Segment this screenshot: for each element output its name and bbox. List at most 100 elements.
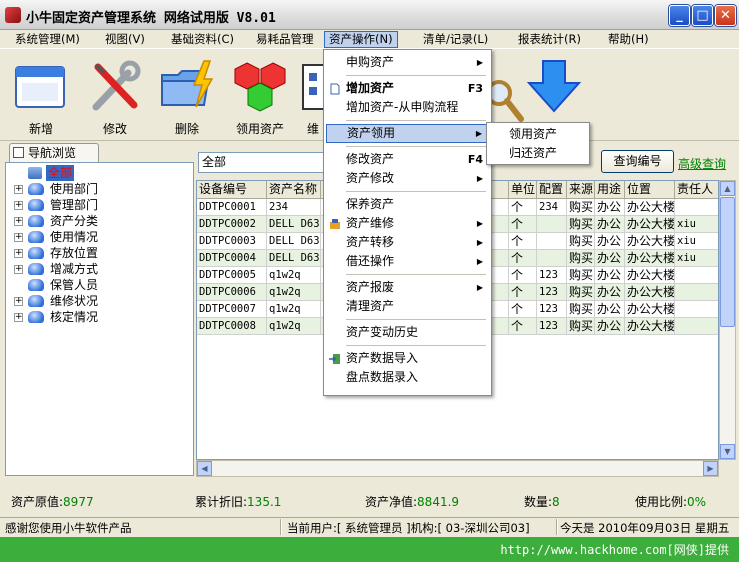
grid-column-header[interactable]: 来源 <box>567 181 595 199</box>
tree-item-label: 资产分类 <box>50 214 99 228</box>
grid-column-header[interactable]: 设备编号 <box>197 181 267 199</box>
menu-help[interactable]: 帮助(H) <box>604 31 653 48</box>
grid-column-header[interactable]: 位置 <box>625 181 675 199</box>
asset-operations-dropdown: 申购资产 ▶ 增加资产 F3 增加资产-从申购流程 资产领用 ▶ 修改资产 F4 资产修改 ▶ 保养资… <box>323 49 492 396</box>
grid-vertical-scrollbar[interactable]: ▲ ▼ <box>719 180 736 460</box>
navigation-panel: 导航浏览 全部 + 使用部门 + 管理部门 + 资产分类 + 使用情况 + 存放位置 + 增减方式 保管… <box>5 143 194 477</box>
menu-item[interactable]: 资产报废 ▶ <box>326 278 489 297</box>
menu-item-label: 资产修改 <box>346 171 395 185</box>
table-cell: 123 <box>537 318 567 335</box>
table-cell: DDTPC0003 <box>197 233 267 250</box>
menu-item-label: 借还操作 <box>346 254 395 268</box>
menu-item[interactable]: 资产转移 ▶ <box>326 233 489 252</box>
menu-item[interactable]: 借还操作 ▶ <box>326 252 489 271</box>
toolbar-delete-label: 删除 <box>174 122 199 136</box>
menu-item[interactable]: 增加资产 F3 <box>326 79 489 98</box>
page-icon <box>329 82 341 95</box>
expand-icon[interactable]: + <box>14 185 23 194</box>
maximize-button[interactable]: □ <box>692 5 713 26</box>
menu-reports[interactable]: 报表统计(R) <box>514 31 585 48</box>
menu-item[interactable]: 保养资产 <box>326 195 489 214</box>
scroll-down-icon[interactable]: ▼ <box>720 444 735 459</box>
table-cell <box>675 318 718 335</box>
menu-item[interactable]: 资产修改 ▶ <box>326 169 489 188</box>
table-cell: 办公 <box>595 318 625 335</box>
nav-browse-tab[interactable]: 导航浏览 <box>9 143 99 162</box>
expand-icon[interactable]: + <box>14 313 23 322</box>
grid-column-header[interactable]: 责任人 <box>675 181 718 199</box>
toolbar-edit-button[interactable]: 修改 <box>80 51 150 139</box>
asset-collect-submenu: 领用资产 归还资产 <box>486 122 590 165</box>
menu-item[interactable]: 资产领用 ▶ <box>326 124 489 143</box>
table-cell: 123 <box>537 267 567 284</box>
table-cell: q1w2q <box>267 284 321 301</box>
maximize-icon: □ <box>696 8 709 23</box>
expand-icon[interactable]: + <box>14 233 23 242</box>
menu-item-label: 资产维修 <box>346 216 395 230</box>
globe-icon <box>28 295 44 307</box>
menu-item[interactable]: 盘点数据录入 <box>326 368 489 387</box>
toolbar-new-button[interactable]: 新增 <box>6 51 76 139</box>
table-cell: 个 <box>509 250 537 267</box>
expand-icon[interactable]: + <box>14 265 23 274</box>
nav-tab-icon <box>13 147 24 158</box>
minimize-button[interactable]: _ <box>669 5 690 26</box>
toolbar-new-label: 新增 <box>28 122 53 136</box>
grid-column-header[interactable]: 资产名称 <box>267 181 321 199</box>
close-button[interactable]: ✕ <box>715 5 736 26</box>
menu-shortcut: F3 <box>467 82 483 95</box>
table-cell <box>675 301 718 318</box>
table-cell <box>675 284 718 301</box>
status-bar: 感谢您使用小牛软件产品 当前用户:[ 系统管理员 ]机构:[ 03-深圳公司03… <box>0 517 739 536</box>
expand-icon[interactable]: + <box>14 217 23 226</box>
table-cell: 123 <box>537 284 567 301</box>
table-cell: DDTPC0007 <box>197 301 267 318</box>
folder-lightning-icon <box>161 60 214 108</box>
table-cell: DDTPC0006 <box>197 284 267 301</box>
menu-item-label: 增加资产 <box>346 81 395 95</box>
table-cell: 办公 <box>595 250 625 267</box>
stat-original-value: 资产原值:8977 <box>11 495 94 509</box>
query-number-button[interactable]: 查询编号 <box>601 150 674 173</box>
menu-item-label: 清理资产 <box>346 299 395 313</box>
menu-system[interactable]: 系统管理(M) <box>11 31 84 48</box>
toolbar-collect-button[interactable]: 领用资产 <box>225 51 295 139</box>
menu-item[interactable]: 资产维修 ▶ <box>326 214 489 233</box>
menu-basic-data[interactable]: 基础资料(C) <box>167 31 238 48</box>
menu-item[interactable]: 资产数据导入 <box>326 349 489 368</box>
expand-icon[interactable]: + <box>14 297 23 306</box>
globe-icon <box>28 311 44 323</box>
menu-item[interactable]: 清理资产 <box>326 297 489 316</box>
expand-icon[interactable]: + <box>14 201 23 210</box>
menu-view[interactable]: 视图(V) <box>101 31 149 48</box>
scroll-up-icon[interactable]: ▲ <box>720 181 735 196</box>
toolbar-maintain-button[interactable]: 维 <box>293 51 323 139</box>
grid-column-header[interactable]: 配置 <box>537 181 567 199</box>
menu-asset-operations[interactable]: 资产操作(N) <box>324 31 398 48</box>
title-bar[interactable]: 小牛固定资产管理系统 网络试用版 V8.01 _ □ ✕ <box>0 0 739 30</box>
submenu-collect-asset[interactable]: 领用资产 <box>489 125 587 144</box>
menu-item[interactable]: 申购资产 ▶ <box>326 53 489 72</box>
grid-column-header[interactable]: 用途 <box>595 181 625 199</box>
menu-item[interactable]: 修改资产 F4 <box>326 150 489 169</box>
table-cell: 办公大楼 <box>625 199 675 216</box>
scroll-right-icon[interactable]: ▶ <box>703 461 718 476</box>
advanced-query-link[interactable]: 高级查询 <box>678 155 726 172</box>
menu-consumables[interactable]: 易耗品管理 <box>252 31 318 48</box>
menu-separator <box>346 274 486 275</box>
menu-lists-records[interactable]: 清单/记录(L) <box>419 31 492 48</box>
menu-item[interactable]: 增加资产-从申购流程 <box>326 98 489 117</box>
globe-icon <box>28 231 44 243</box>
submenu-return-asset[interactable]: 归还资产 <box>489 144 587 163</box>
status-divider <box>556 519 558 535</box>
menu-item[interactable]: 资产变动历史 <box>326 323 489 342</box>
menu-separator <box>346 120 486 121</box>
scroll-thumb[interactable] <box>720 197 735 327</box>
grid-horizontal-scrollbar[interactable]: ◀ ▶ <box>196 460 719 477</box>
search-scope-combo[interactable]: 全部 <box>198 152 328 173</box>
scroll-left-icon[interactable]: ◀ <box>197 461 212 476</box>
toolbar-delete-button[interactable]: 删除 <box>152 51 222 139</box>
grid-column-header[interactable]: 单位 <box>509 181 537 199</box>
submenu-arrow-icon: ▶ <box>476 58 483 67</box>
expand-icon[interactable]: + <box>14 249 23 258</box>
